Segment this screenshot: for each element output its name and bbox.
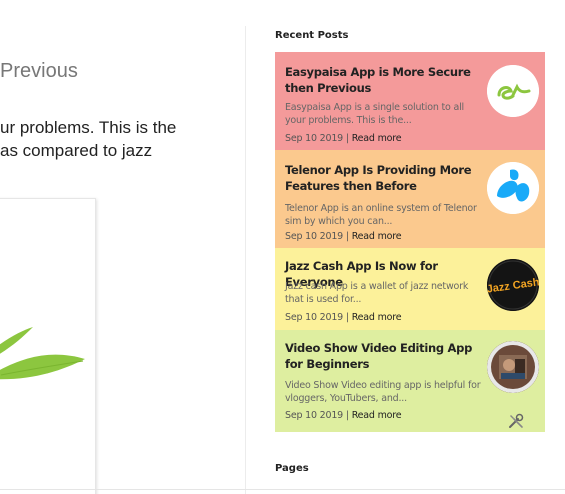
meta-separator: | (345, 231, 349, 242)
article-image (0, 198, 96, 494)
divider (0, 489, 565, 490)
recent-post-item[interactable]: Telenor App Is Providing More Features t… (275, 150, 545, 248)
post-snippet: Video Show Video editing app is helpful … (285, 380, 481, 404)
recent-posts-heading: Recent Posts (275, 30, 349, 41)
post-date: Sep 10 2019 (285, 312, 344, 323)
recent-posts-list: Easypaisa App is More Secure then Previo… (275, 52, 545, 432)
read-more-link[interactable]: Read more (352, 312, 402, 323)
recent-post-item[interactable]: Jazz Cash App Is Now for Everyone Jazz c… (275, 248, 545, 330)
post-meta: Sep 10 2019 | Read more (285, 133, 402, 144)
article-title-fragment: Previous (0, 60, 78, 82)
post-snippet: Jazz cash App is a wallet of jazz networ… (285, 281, 469, 305)
easypaisa-leaf-logo-icon (0, 327, 85, 380)
column-divider (245, 26, 246, 494)
videoshow-thumbnail-icon[interactable] (487, 341, 539, 393)
meta-separator: | (345, 410, 349, 421)
read-more-link[interactable]: Read more (352, 133, 402, 144)
pages-heading: Pages (275, 463, 309, 474)
post-title-link[interactable]: Video Show Video Editing App for Beginne… (285, 340, 475, 372)
main-content: Previous ur problems. This is the as com… (0, 0, 245, 494)
easypaisa-logo-icon[interactable] (487, 65, 539, 117)
post-snippet: Telenor App is an online system of Telen… (285, 203, 477, 227)
post-meta: Sep 10 2019 | Read more (285, 312, 402, 323)
article-body-line: ur problems. This is the (0, 118, 177, 137)
read-more-link[interactable]: Read more (352, 231, 402, 242)
meta-separator: | (345, 133, 349, 144)
read-more-link[interactable]: Read more (352, 410, 402, 421)
post-title-link[interactable]: Telenor App Is Providing More Features t… (285, 162, 475, 194)
article-body-line: as compared to jazz (0, 141, 153, 160)
recent-post-item[interactable]: Easypaisa App is More Secure then Previo… (275, 52, 545, 150)
post-date: Sep 10 2019 (285, 133, 344, 144)
recent-post-item[interactable]: Video Show Video Editing App for Beginne… (275, 330, 545, 432)
tools-icon[interactable] (507, 412, 525, 430)
post-date: Sep 10 2019 (285, 231, 344, 242)
post-meta: Sep 10 2019 | Read more (285, 231, 402, 242)
meta-separator: | (345, 312, 349, 323)
post-snippet: Easypaisa App is a single solution to al… (285, 102, 464, 126)
post-title-link[interactable]: Easypaisa App is More Secure then Previo… (285, 64, 475, 96)
telenor-logo-icon[interactable] (487, 162, 539, 214)
post-meta: Sep 10 2019 | Read more (285, 410, 402, 421)
jazzcash-logo-icon[interactable]: Jazz Cash (487, 259, 539, 311)
post-date: Sep 10 2019 (285, 410, 344, 421)
